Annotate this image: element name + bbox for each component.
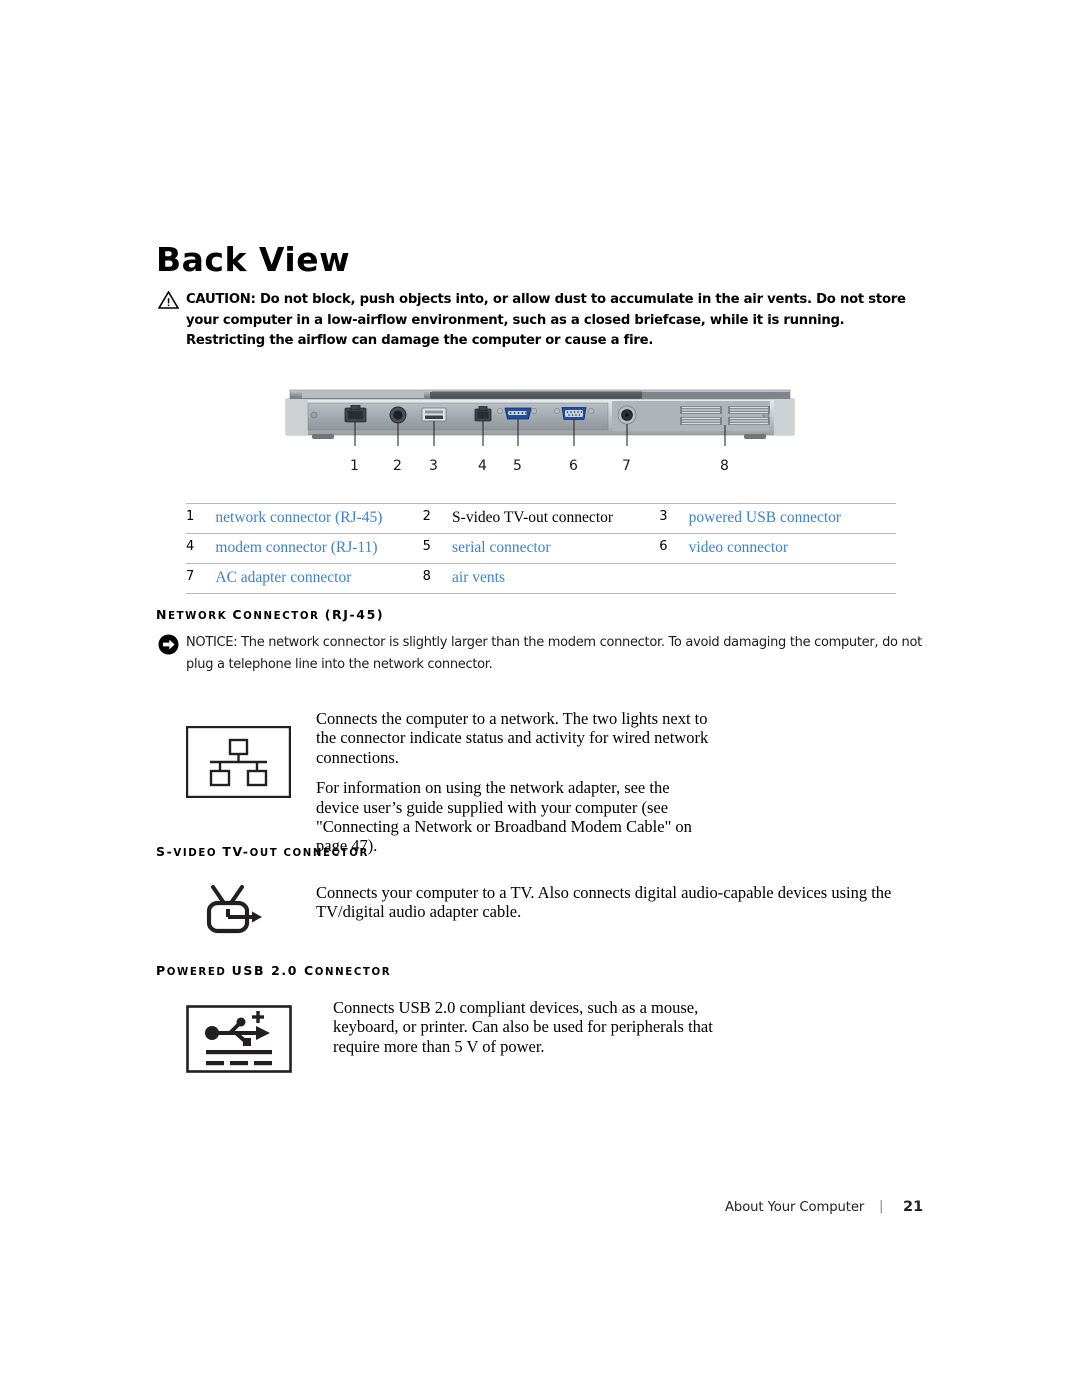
- heading-part: USB 2.0: [231, 963, 304, 978]
- legend-number: 7: [186, 563, 216, 594]
- heading-part: OUT: [249, 848, 284, 859]
- usb-powered-icon: [186, 1005, 292, 1078]
- callout-number: 4: [478, 458, 487, 474]
- heading-part: P: [156, 963, 167, 978]
- page-title: Back View: [156, 240, 351, 279]
- legend-number: 5: [422, 533, 453, 564]
- table-row: 1 network connector (RJ-45) 2 S-video TV…: [186, 503, 896, 534]
- heading-part: TV-: [222, 844, 250, 859]
- legend-number-empty: [659, 563, 689, 594]
- legend-label-serial-connector[interactable]: serial connector: [452, 533, 660, 564]
- callout-number: 8: [720, 458, 729, 474]
- callout-number: 6: [569, 458, 578, 474]
- footer-separator: |: [879, 1199, 884, 1214]
- legend-label-empty: [688, 563, 896, 594]
- heading-part: C: [303, 963, 315, 978]
- heading-part: S-: [156, 844, 174, 859]
- s-video-connector-description: Connects your computer to a TV. Also con…: [316, 883, 916, 922]
- document-page: Back View CAUTION: Do not block, push ob…: [0, 0, 1080, 1397]
- caution-text: CAUTION: Do not block, push objects into…: [186, 292, 906, 348]
- section-heading-s-video-tv-out-connector: S-VIDEO TV-OUT CONNECTOR: [156, 841, 369, 860]
- callout-number: 5: [513, 458, 522, 474]
- legend-label-powered-usb-connector[interactable]: powered USB connector: [688, 503, 896, 534]
- heading-part: OWERED: [166, 967, 232, 978]
- callout-number-row: 1 2 3 4 5 6 7 8: [282, 458, 798, 480]
- legend-number: 3: [659, 503, 689, 534]
- paragraph: Connects USB 2.0 compliant devices, such…: [333, 998, 713, 1056]
- section-heading-network-connector: NETWORK CONNECTOR (RJ-45): [156, 604, 384, 623]
- section-heading-powered-usb-connector: POWERED USB 2.0 CONNECTOR: [156, 960, 391, 979]
- page-number: 21: [903, 1199, 924, 1215]
- heading-part: N: [156, 607, 169, 622]
- callout-number: 1: [350, 458, 359, 474]
- notice-text: NOTICE: The network connector is slightl…: [186, 635, 922, 672]
- legend-label-air-vents[interactable]: air vents: [452, 563, 660, 594]
- warning-triangle-icon: [158, 291, 179, 309]
- table-row: 4 modem connector (RJ-11) 5 serial conne…: [186, 533, 896, 564]
- paragraph: For information on using the network ada…: [316, 778, 692, 856]
- legend-number: 8: [422, 563, 453, 594]
- heading-part: C: [232, 607, 244, 622]
- legend-number: 2: [422, 503, 453, 534]
- paragraph: Connects the computer to a network. The …: [316, 709, 709, 767]
- legend-label-network-connector[interactable]: network connector (RJ-45): [215, 503, 423, 534]
- callout-number: 7: [622, 458, 631, 474]
- footer-section-label: About Your Computer: [725, 1200, 865, 1215]
- callout-number: 2: [393, 458, 402, 474]
- laptop-back-panel-illustration: [282, 388, 798, 448]
- connector-legend-table: 1 network connector (RJ-45) 2 S-video TV…: [186, 503, 896, 594]
- legend-label-ac-adapter-connector[interactable]: AC adapter connector: [215, 563, 423, 594]
- legend-label-modem-connector[interactable]: modem connector (RJ-11): [215, 533, 423, 564]
- notice-block: NOTICE: The network connector is slightl…: [158, 632, 926, 676]
- heading-part: VIDEO: [173, 848, 223, 859]
- caution-block: CAUTION: Do not block, push objects into…: [158, 290, 924, 352]
- powered-usb-description: Connects USB 2.0 compliant devices, such…: [333, 998, 733, 1056]
- legend-label-video-connector[interactable]: video connector: [688, 533, 896, 564]
- callout-number: 3: [429, 458, 438, 474]
- heading-part: ONNECTOR: [314, 967, 392, 978]
- notice-arrow-icon: [158, 634, 179, 655]
- network-connector-description: Connects the computer to a network. The …: [316, 709, 716, 856]
- legend-number: 6: [659, 533, 689, 564]
- tv-out-icon: [192, 884, 268, 945]
- legend-number: 1: [186, 503, 216, 534]
- paragraph: Connects your computer to a TV. Also con…: [316, 883, 892, 922]
- legend-number: 4: [186, 533, 216, 564]
- legend-label-s-video-connector: S-video TV-out connector: [452, 503, 660, 534]
- heading-part: (RJ-45): [324, 607, 385, 622]
- table-row: 7 AC adapter connector 8 air vents: [186, 563, 896, 594]
- heading-part: ETWORK: [168, 611, 233, 622]
- heading-part: ONNECTOR: [243, 611, 325, 622]
- network-topology-icon: [185, 725, 292, 803]
- heading-part: CONNECTOR: [283, 848, 369, 859]
